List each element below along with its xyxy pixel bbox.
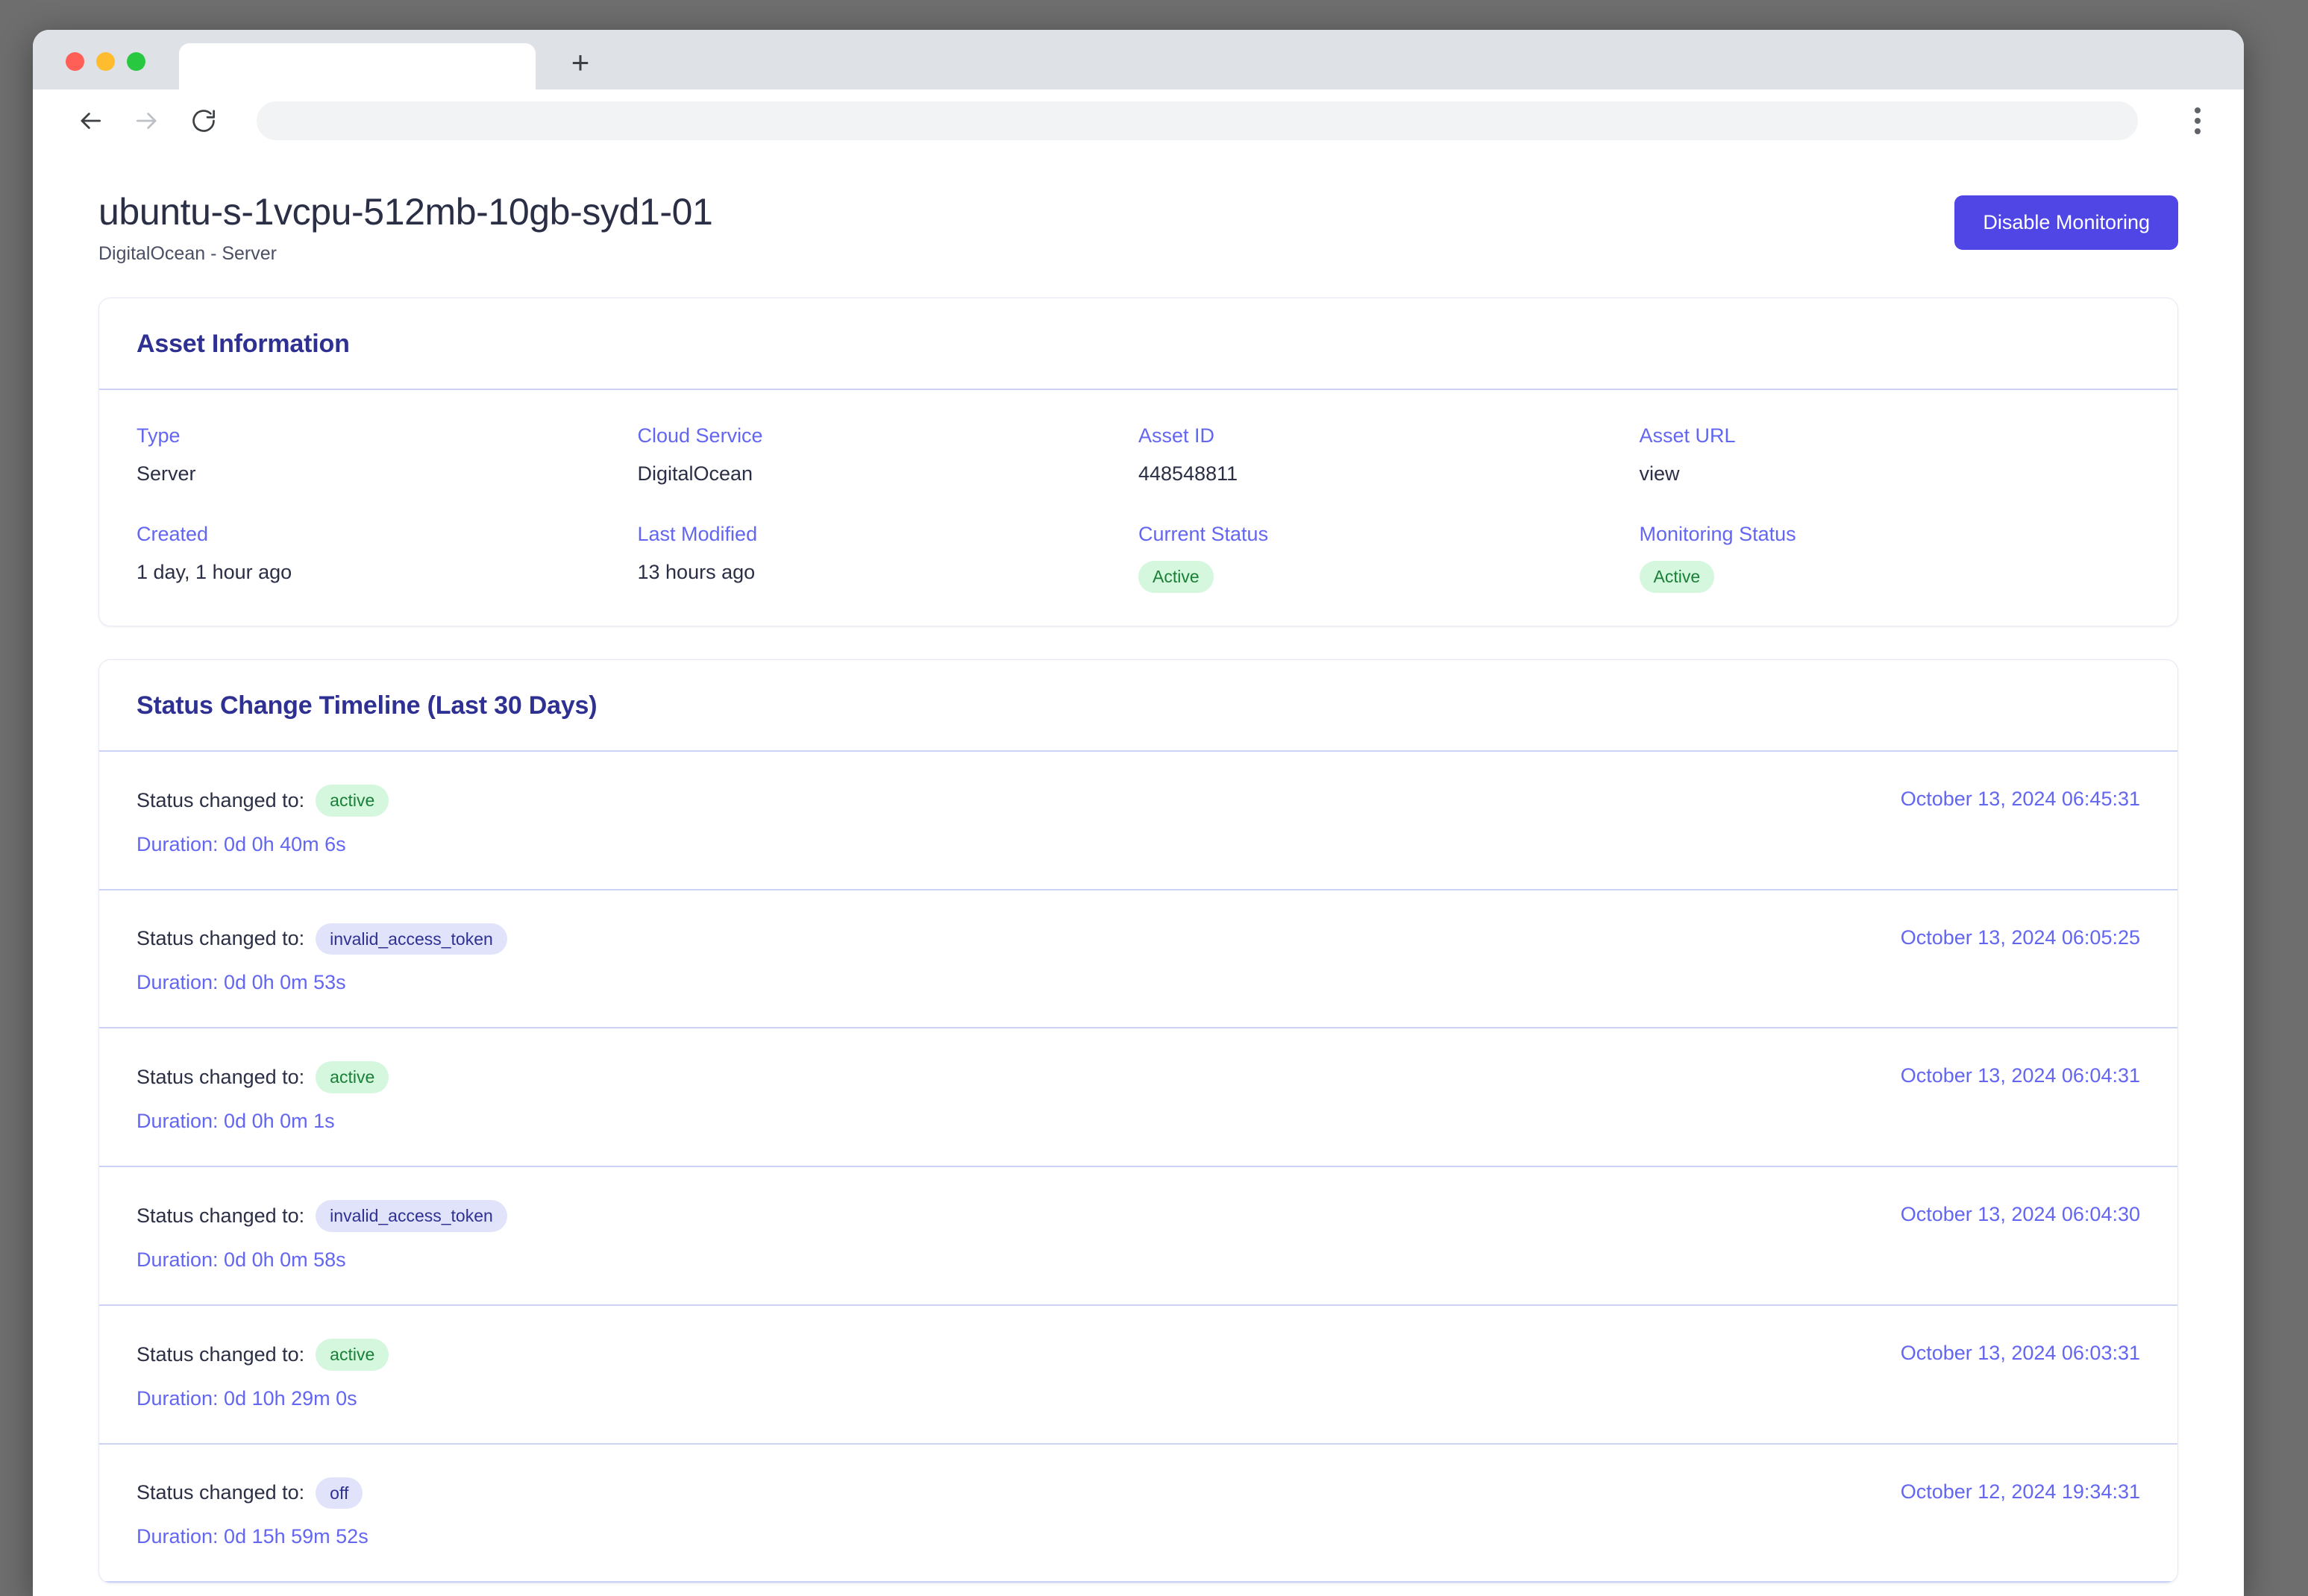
timeline-status-line: Status changed to: active	[137, 1061, 389, 1093]
timeline-status-prefix: Status changed to:	[137, 1342, 305, 1366]
maximize-window-button[interactable]	[127, 52, 145, 71]
reload-icon[interactable]	[188, 105, 219, 136]
timeline-duration: Duration: 0d 0h 0m 1s	[137, 1110, 335, 1132]
timeline-duration: Duration: 0d 10h 29m 0s	[137, 1386, 357, 1410]
timeline-status-prefix: Status changed to:	[137, 1066, 305, 1089]
asset-field-created-label: Created	[137, 523, 209, 545]
asset-field-type: Type Server	[137, 424, 638, 486]
asset-field-created: Created 1 day, 1 hour ago	[137, 523, 638, 593]
timeline-duration: Duration: 0d 15h 59m 52s	[137, 1525, 369, 1548]
asset-field-cloud-service: Cloud Service DigitalOcean	[638, 424, 1139, 486]
status-change-timeline-title: Status Change Timeline (Last 30 Days)	[137, 691, 598, 720]
asset-field-asset-url: Asset URL view	[1640, 424, 2141, 486]
tab-strip: +	[33, 30, 2244, 89]
browser-toolbar	[33, 89, 2244, 152]
asset-field-monitoring-status-label: Monitoring Status	[1639, 523, 1796, 545]
url-input[interactable]	[257, 101, 2138, 140]
timeline-status-line: Status changed to: off	[137, 1477, 369, 1509]
asset-field-current-status-label: Current Status	[1138, 523, 1269, 545]
new-tab-button[interactable]: +	[561, 43, 600, 82]
timeline-duration: Duration: 0d 0h 0m 58s	[137, 1248, 346, 1271]
asset-field-asset-url-label: Asset URL	[1639, 424, 1736, 447]
timeline-timestamp: October 12, 2024 19:34:31	[1900, 1480, 2140, 1503]
timeline-status-line: Status changed to: active	[137, 1338, 389, 1371]
timeline-row: Status changed to: invalid_access_token …	[99, 1167, 2177, 1306]
asset-url-view-link[interactable]: view	[1640, 462, 2141, 486]
timeline-status-line: Status changed to: active	[137, 784, 389, 817]
timeline-timestamp: October 13, 2024 06:45:31	[1900, 787, 2140, 810]
timeline-row: Status changed to: off Duration: 0d 15h …	[99, 1445, 2177, 1583]
asset-field-type-label: Type	[137, 424, 181, 447]
status-change-timeline-card: Status Change Timeline (Last 30 Days) St…	[98, 659, 2178, 1584]
asset-field-current-status: Current Status Active	[1138, 523, 1640, 593]
timeline-status-badge: invalid_access_token	[316, 923, 507, 955]
asset-field-asset-id: Asset ID 448548811	[1138, 424, 1640, 486]
asset-information-title: Asset Information	[137, 330, 350, 358]
timeline-status-prefix: Status changed to:	[137, 927, 305, 950]
back-arrow-icon[interactable]	[75, 105, 106, 136]
asset-field-last-modified: Last Modified 13 hours ago	[638, 523, 1139, 593]
timeline-duration: Duration: 0d 0h 40m 6s	[137, 832, 346, 855]
asset-field-monitoring-status: Monitoring Status Active	[1639, 523, 2141, 593]
timeline-row: Status changed to: invalid_access_token …	[99, 890, 2177, 1029]
timeline-row: Status changed to: active Duration: 0d 1…	[99, 1306, 2177, 1445]
page-subtitle: DigitalOcean - Server	[98, 243, 277, 264]
asset-field-type-value: Server	[137, 462, 196, 485]
timeline-status-badge: active	[316, 1338, 389, 1371]
asset-field-last-modified-value: 13 hours ago	[637, 561, 756, 583]
asset-information-card-body: Type Server Cloud Service DigitalOcean A…	[99, 390, 2177, 626]
timeline-timestamp: October 13, 2024 06:03:31	[1900, 1341, 2140, 1364]
timeline-row: Status changed to: active Duration: 0d 0…	[99, 1028, 2177, 1167]
timeline-row-content: Status changed to: invalid_access_token …	[137, 1200, 507, 1272]
asset-field-cloud-service-value: DigitalOcean	[637, 462, 753, 485]
kebab-menu-icon[interactable]	[2180, 101, 2216, 140]
timeline-status-badge: invalid_access_token	[316, 1200, 507, 1232]
page-heading-group: ubuntu-s-1vcpu-512mb-10gb-syd1-01 Digita…	[98, 191, 713, 265]
close-window-button[interactable]	[66, 52, 84, 71]
page-header: ubuntu-s-1vcpu-512mb-10gb-syd1-01 Digita…	[66, 152, 2211, 265]
timeline-timestamp: October 13, 2024 06:04:31	[1900, 1064, 2140, 1087]
timeline-status-prefix: Status changed to:	[137, 1481, 305, 1504]
timeline-row: Status changed to: active Duration: 0d 0…	[99, 752, 2177, 890]
asset-field-cloud-service-label: Cloud Service	[637, 424, 763, 447]
forward-arrow-icon[interactable]	[131, 105, 163, 136]
timeline-row-content: Status changed to: off Duration: 0d 15h …	[137, 1477, 369, 1549]
timeline-status-badge: active	[316, 784, 389, 817]
asset-field-created-value: 1 day, 1 hour ago	[137, 561, 292, 583]
asset-field-asset-id-value: 448548811	[1138, 462, 1238, 485]
asset-field-asset-id-label: Asset ID	[1138, 424, 1215, 447]
browser-tab[interactable]	[179, 43, 536, 89]
asset-information-card-header: Asset Information	[99, 298, 2177, 390]
timeline-row-content: Status changed to: active Duration: 0d 0…	[137, 1061, 389, 1133]
minimize-window-button[interactable]	[96, 52, 115, 71]
timeline-row-content: Status changed to: active Duration: 0d 1…	[137, 1338, 389, 1410]
timeline-status-line: Status changed to: invalid_access_token	[137, 1200, 507, 1232]
timeline-timestamp: October 13, 2024 06:04:30	[1900, 1203, 2140, 1225]
timeline-timestamp: October 13, 2024 06:05:25	[1900, 926, 2140, 949]
status-change-timeline-card-header: Status Change Timeline (Last 30 Days)	[99, 660, 2177, 752]
timeline-status-badge: off	[316, 1477, 363, 1509]
timeline-duration: Duration: 0d 0h 0m 53s	[137, 971, 346, 994]
timeline-status-line: Status changed to: invalid_access_token	[137, 923, 507, 955]
current-status-badge: Active	[1138, 561, 1214, 593]
asset-information-card: Asset Information Type Server Cloud Serv…	[98, 298, 2178, 626]
window-traffic-lights	[66, 52, 145, 71]
timeline-status-badge: active	[316, 1061, 389, 1093]
page-title: ubuntu-s-1vcpu-512mb-10gb-syd1-01	[98, 191, 713, 233]
browser-window: + ubuntu-s-1vcpu-512mb-10gb-syd1-01 Digi…	[33, 30, 2244, 1596]
asset-field-last-modified-label: Last Modified	[637, 523, 758, 545]
timeline-row-content: Status changed to: active Duration: 0d 0…	[137, 784, 389, 856]
timeline-row-content: Status changed to: invalid_access_token …	[137, 923, 507, 995]
timeline-status-prefix: Status changed to:	[137, 1204, 305, 1227]
disable-monitoring-button[interactable]: Disable Monitoring	[1954, 195, 2178, 250]
timeline-status-prefix: Status changed to:	[137, 788, 305, 811]
monitoring-status-badge: Active	[1639, 561, 1715, 593]
asset-information-grid: Type Server Cloud Service DigitalOcean A…	[137, 424, 2140, 593]
page-viewport: ubuntu-s-1vcpu-512mb-10gb-syd1-01 Digita…	[33, 152, 2244, 1596]
